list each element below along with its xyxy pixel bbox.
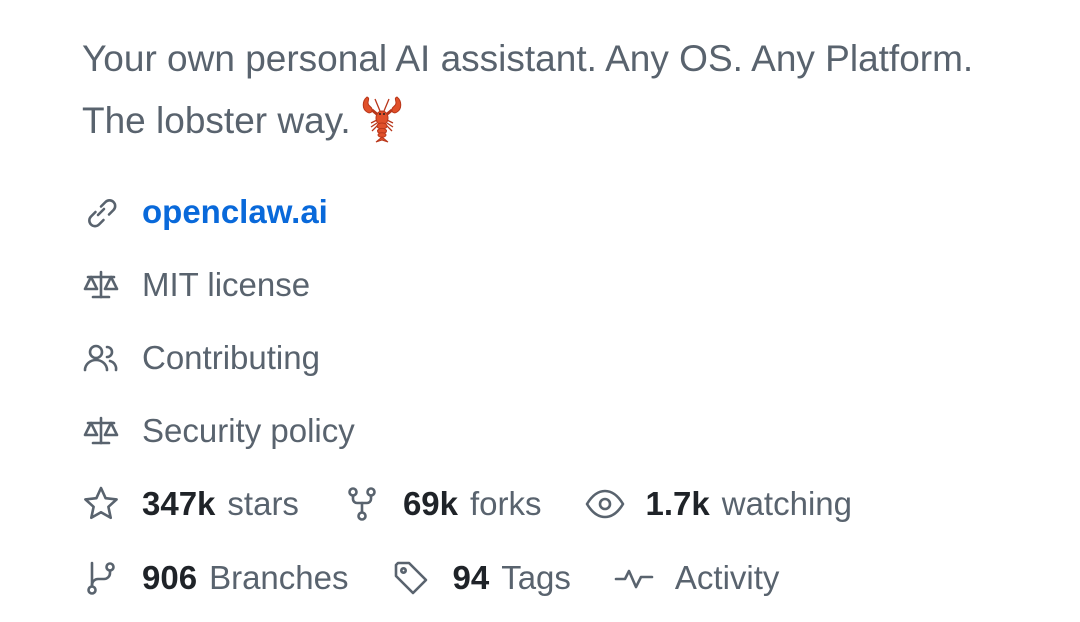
law-icon [80,264,122,306]
repo-description-text: Your own personal AI assistant. Any OS. … [82,38,974,141]
pulse-icon [613,557,655,599]
stars-label: stars [227,485,299,522]
tag-icon [390,557,432,599]
law-icon [80,410,122,452]
people-icon [80,337,122,379]
contributing-row[interactable]: Contributing [80,333,320,383]
repo-meta-row: 906 Branches 94 Tags Activity [80,553,821,603]
repo-forked-icon [341,483,383,525]
tags-label: Tags [501,559,571,596]
activity-label: Activity [674,559,780,596]
website-link-row[interactable]: openclaw.ai [80,187,328,237]
lobster-emoji [359,93,405,143]
git-branch-icon [80,557,122,599]
license-row[interactable]: MIT license [80,260,310,310]
forks-label: forks [470,485,542,522]
tags-stat[interactable]: 94 Tags [390,557,571,599]
eye-icon [584,483,626,525]
star-icon [80,483,122,525]
stars-stat[interactable]: 347k stars [80,483,299,525]
link-icon [80,191,122,233]
watching-label: watching [721,485,852,522]
stars-count: 347k [142,485,216,522]
activity-stat[interactable]: Activity [613,557,780,599]
contributing-label: Contributing [142,339,320,376]
watching-stat[interactable]: 1.7k watching [584,483,852,525]
security-policy-row[interactable]: Security policy [80,406,355,456]
repo-stats-row: 347k stars 69k forks 1.7k watching [80,479,894,529]
security-policy-label: Security policy [142,412,355,449]
repo-description: Your own personal AI assistant. Any OS. … [82,28,982,152]
license-label: MIT license [142,266,311,303]
tags-count: 94 [452,559,490,596]
branches-count: 906 [142,559,198,596]
forks-count: 69k [402,485,458,522]
branches-label: Branches [209,559,349,596]
forks-stat[interactable]: 69k forks [341,483,542,525]
branches-stat[interactable]: 906 Branches [80,557,348,599]
watching-count: 1.7k [645,485,710,522]
website-link[interactable]: openclaw.ai [142,193,328,231]
